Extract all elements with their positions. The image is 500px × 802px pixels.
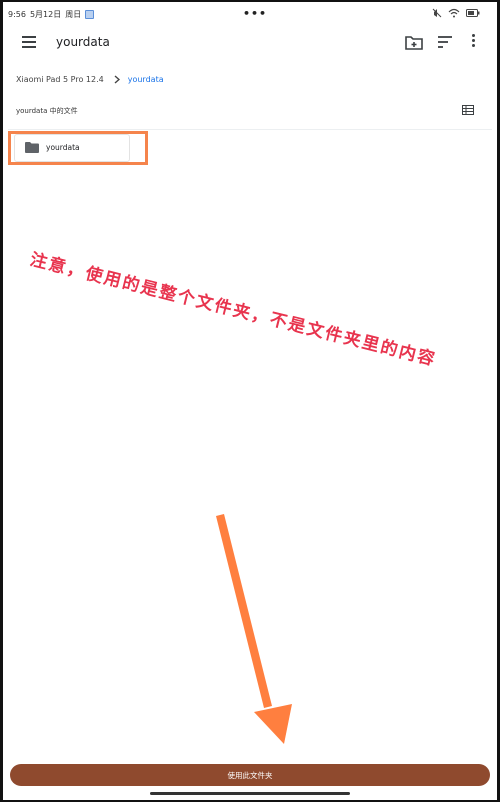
- chevron-right-icon: [114, 74, 120, 84]
- app-bar: yourdata: [0, 28, 500, 58]
- status-time: 9:56: [8, 9, 26, 19]
- annotation-text: 注意，使用的是整个文件夹，不是文件夹里的内容: [27, 249, 439, 371]
- page-title: yourdata: [56, 35, 110, 49]
- device-frame: [0, 0, 500, 802]
- mute-icon: [432, 8, 442, 18]
- list-item[interactable]: yourdata: [14, 134, 130, 162]
- status-bar: 9:56 5月12日 周日 •••: [8, 7, 492, 20]
- sim-card-icon: [85, 9, 95, 19]
- breadcrumb-current[interactable]: yourdata: [128, 75, 164, 84]
- wifi-icon: [448, 8, 460, 18]
- hamburger-menu-icon[interactable]: [22, 36, 36, 48]
- breadcrumb-root[interactable]: Xiaomi Pad 5 Pro 12.4: [16, 75, 104, 84]
- list-view-icon[interactable]: [462, 105, 474, 115]
- folder-name: yourdata: [46, 143, 80, 152]
- sort-icon[interactable]: [437, 35, 453, 49]
- more-vert-icon[interactable]: [468, 32, 478, 52]
- annotation-arrow: [216, 514, 292, 744]
- use-folder-button[interactable]: 使用此文件夹: [10, 764, 490, 786]
- status-dots: •••: [243, 7, 268, 20]
- home-indicator[interactable]: [150, 792, 350, 795]
- new-folder-icon[interactable]: [405, 34, 423, 50]
- battery-icon: [466, 9, 480, 17]
- breadcrumb: Xiaomi Pad 5 Pro 12.4 yourdata: [16, 72, 164, 86]
- folder-icon: [25, 142, 39, 153]
- section-label: yourdata 中的文件: [16, 107, 78, 115]
- status-date: 5月12日: [29, 9, 62, 19]
- status-weekday: 周日: [65, 9, 82, 19]
- divider: [8, 129, 492, 130]
